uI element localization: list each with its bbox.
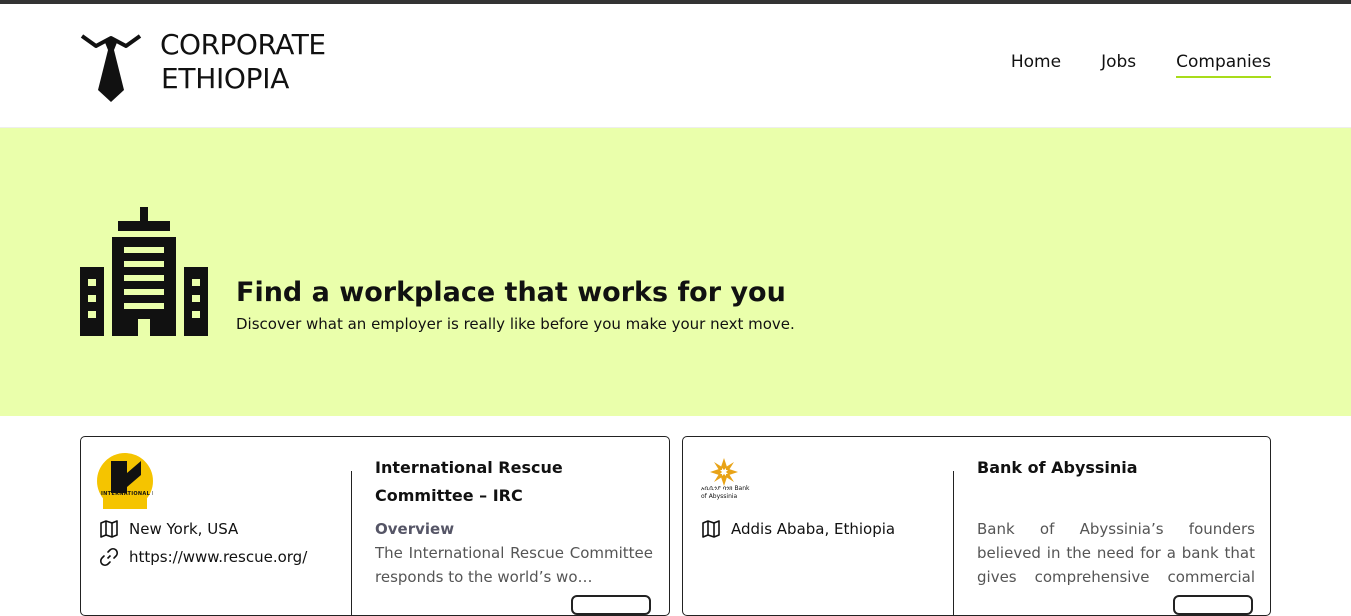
hero-title: Find a workplace that works for you <box>236 277 786 308</box>
hero-banner: Find a workplace that works for you Disc… <box>0 128 1351 416</box>
company-location: New York, USA <box>99 519 238 539</box>
website-link[interactable]: https://www.rescue.org/ <box>129 548 307 566</box>
nav-home-link[interactable]: Home <box>1011 52 1061 78</box>
office-building-icon <box>80 207 208 336</box>
company-name[interactable]: Bank of Abyssinia <box>977 454 1259 482</box>
location-text: Addis Ababa, Ethiopia <box>731 520 896 538</box>
card-divider <box>351 471 352 615</box>
location-text: New York, USA <box>129 520 239 538</box>
irc-logo-text: INTERNATIONAL RESCUE <box>101 491 153 497</box>
company-website[interactable]: https://www.rescue.org/ <box>99 547 307 567</box>
brand-name-line2: ETHIOPIA <box>161 62 290 95</box>
map-icon <box>100 520 118 538</box>
overview-label: Overview <box>375 520 455 538</box>
irc-logo <box>97 453 153 509</box>
nav-jobs-link[interactable]: Jobs <box>1101 52 1136 78</box>
brand-logo-link[interactable]: CORPORATE ETHIOPIA <box>80 28 326 104</box>
company-name[interactable]: International Rescue Committee – IRC <box>375 454 657 510</box>
company-card[interactable]: አቢሲንያ ባንክ Bank of Abyssinia Addis Ababa,… <box>682 436 1271 616</box>
company-location: Addis Ababa, Ethiopia <box>701 519 895 539</box>
necktie-icon <box>80 34 142 102</box>
company-description: Bank of Abyssinia’s founders believed in… <box>977 520 1255 586</box>
link-icon <box>99 547 119 567</box>
brand-name-line1: CORPORATE <box>160 28 326 61</box>
site-header: CORPORATE ETHIOPIA Home Jobs Companies <box>0 4 1351 128</box>
nav-companies-link[interactable]: Companies <box>1176 52 1271 78</box>
company-card[interactable]: INTERNATIONAL RESCUE New York, USA https… <box>80 436 670 616</box>
card-divider <box>953 471 954 615</box>
hero-subtitle: Discover what an employer is really like… <box>236 315 795 333</box>
view-company-button[interactable] <box>571 595 651 615</box>
map-icon <box>702 520 720 538</box>
company-description: The International Rescue Committee respo… <box>375 544 653 586</box>
bank-of-abyssinia-logo <box>710 458 738 486</box>
main-nav: Home Jobs Companies <box>1011 52 1271 78</box>
view-company-button[interactable] <box>1173 595 1253 615</box>
bank-logo-text: አቢሲንያ ባንክ Bank of Abyssinia <box>701 485 750 500</box>
